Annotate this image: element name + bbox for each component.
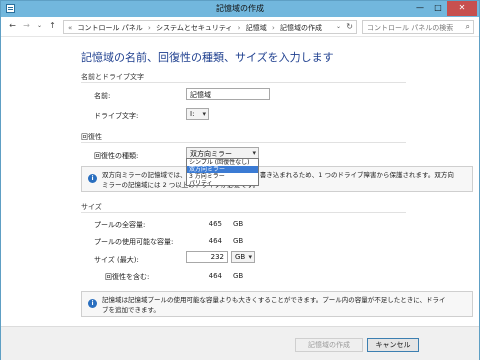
size-input[interactable]: 232 <box>186 251 228 263</box>
pool-available-capacity-label: プールの使用可能な容量: <box>94 238 174 246</box>
size-section-title: サイズ <box>81 203 102 211</box>
resiliency-info-line2: ミラーの記憶域には 2 つ以上のドライブが必要です。 <box>102 181 260 189</box>
forward-arrow-icon[interactable]: → <box>21 21 32 30</box>
including-resiliency-unit: GB <box>233 272 244 280</box>
breadcrumb-system-security[interactable]: システムとセキュリティ <box>156 24 232 32</box>
footer-bar: 記憶域の作成 キャンセル <box>1 326 479 360</box>
capacity-info-line2: ブを追加できます。 <box>102 306 160 314</box>
section-divider <box>81 82 406 83</box>
minimize-button[interactable]: — <box>411 1 429 16</box>
cancel-button[interactable]: キャンセル <box>367 338 419 352</box>
page-title: 記憶域の名前、回復性の種類、サイズを入力します <box>81 51 334 64</box>
storage-space-window: 記憶域の作成 — □ ✕ ← → ⌄ ↑ « コントロール パネル › システム… <box>0 0 480 360</box>
close-button[interactable]: ✕ <box>447 1 477 16</box>
section-divider <box>81 212 406 213</box>
maximize-button[interactable]: □ <box>429 1 447 16</box>
main-content: 記憶域の名前、回復性の種類、サイズを入力します 名前とドライブ文字 名前: 記憶… <box>1 38 479 326</box>
up-arrow-icon[interactable]: ↑ <box>47 21 58 30</box>
resiliency-info-line1: 双方向ミラーの記憶域では、データが 2 つのコピーに書き込まれるため、1 つのド… <box>102 171 454 179</box>
capacity-info-box: i 記憶域は記憶域プールの使用可能な容量よりも大きくすることができます。プール内… <box>81 291 473 317</box>
size-unit-value: GB <box>235 253 246 261</box>
pool-total-capacity-unit: GB <box>233 220 244 228</box>
breadcrumb-separator[interactable]: › <box>238 24 241 32</box>
search-box[interactable]: コントロール パネルの検索 ⌕ <box>362 20 474 34</box>
capacity-info-line1: 記憶域は記憶域プールの使用可能な容量よりも大きくすることができます。プール内の容… <box>102 296 446 304</box>
drive-letter-value: I: <box>190 110 195 118</box>
navigation-bar: ← → ⌄ ↑ « コントロール パネル › システムとセキュリティ › 記憶域… <box>1 17 479 37</box>
name-label: 名前: <box>94 92 111 100</box>
search-icon[interactable]: ⌕ <box>466 22 470 32</box>
resiliency-option-parity[interactable]: パリティ <box>187 180 258 187</box>
refresh-icon[interactable]: ↻ <box>346 22 353 31</box>
chevron-down-icon: ▾ <box>252 149 256 157</box>
size-input-value: 232 <box>210 253 224 261</box>
chevron-down-icon: ▾ <box>248 253 252 261</box>
including-resiliency-value: 464 <box>208 272 222 280</box>
max-size-label: サイズ (最大): <box>94 256 139 264</box>
address-history-dropdown-icon[interactable]: ⌄ <box>336 23 341 30</box>
name-section-title: 名前とドライブ文字 <box>81 73 144 81</box>
recent-locations-icon[interactable]: ⌄ <box>34 22 45 29</box>
search-placeholder: コントロール パネルの検索 <box>367 24 454 32</box>
pool-available-capacity-value: 464 <box>208 237 222 245</box>
window-title: 記憶域の作成 <box>216 4 264 13</box>
name-input[interactable]: 記憶域 <box>186 88 270 100</box>
info-icon: i <box>88 299 97 308</box>
create-storage-space-button[interactable]: 記憶域の作成 <box>295 338 363 352</box>
breadcrumb-overflow[interactable]: « <box>68 24 72 32</box>
breadcrumb-separator[interactable]: › <box>272 24 275 32</box>
back-arrow-icon[interactable]: ← <box>7 21 18 30</box>
chevron-down-icon: ▾ <box>202 110 206 118</box>
resiliency-info-box: i 双方向ミラーの記憶域では、データが 2 つのコピーに書き込まれるため、1 つ… <box>81 166 473 192</box>
breadcrumb: « コントロール パネル › システムとセキュリティ › 記憶域 › 記憶域の作… <box>68 23 325 33</box>
resiliency-type-dropdown-list: シンプル (回復性なし) 双方向ミラー 3 方向ミラー パリティ <box>186 158 259 187</box>
resiliency-option-two-way-mirror[interactable]: 双方向ミラー <box>187 166 258 173</box>
name-input-value: 記憶域 <box>190 91 211 99</box>
breadcrumb-create-space[interactable]: 記憶域の作成 <box>280 24 322 32</box>
info-icon: i <box>88 174 97 183</box>
drive-letter-select[interactable]: I: ▾ <box>186 108 209 120</box>
title-bar[interactable]: 記憶域の作成 — □ ✕ <box>1 1 479 17</box>
breadcrumb-control-panel[interactable]: コントロール パネル <box>78 24 143 32</box>
resiliency-section-title: 回復性 <box>81 133 102 141</box>
breadcrumb-storage-spaces[interactable]: 記憶域 <box>246 24 267 32</box>
pool-available-capacity-unit: GB <box>233 237 244 245</box>
breadcrumb-separator[interactable]: › <box>148 24 151 32</box>
resiliency-option-simple[interactable]: シンプル (回復性なし) <box>187 159 258 166</box>
size-unit-select[interactable]: GB ▾ <box>231 251 255 263</box>
resiliency-type-label: 回復性の種類: <box>94 152 139 160</box>
including-resiliency-label: 回復性を含む: <box>105 273 150 281</box>
pool-total-capacity-label: プールの全容量: <box>94 221 146 229</box>
address-bar[interactable]: « コントロール パネル › システムとセキュリティ › 記憶域 › 記憶域の作… <box>63 20 357 34</box>
drive-letter-label: ドライブ文字: <box>94 112 139 120</box>
resiliency-option-three-way-mirror[interactable]: 3 方向ミラー <box>187 173 258 180</box>
pool-total-capacity-value: 465 <box>208 220 222 228</box>
section-divider <box>81 142 406 143</box>
